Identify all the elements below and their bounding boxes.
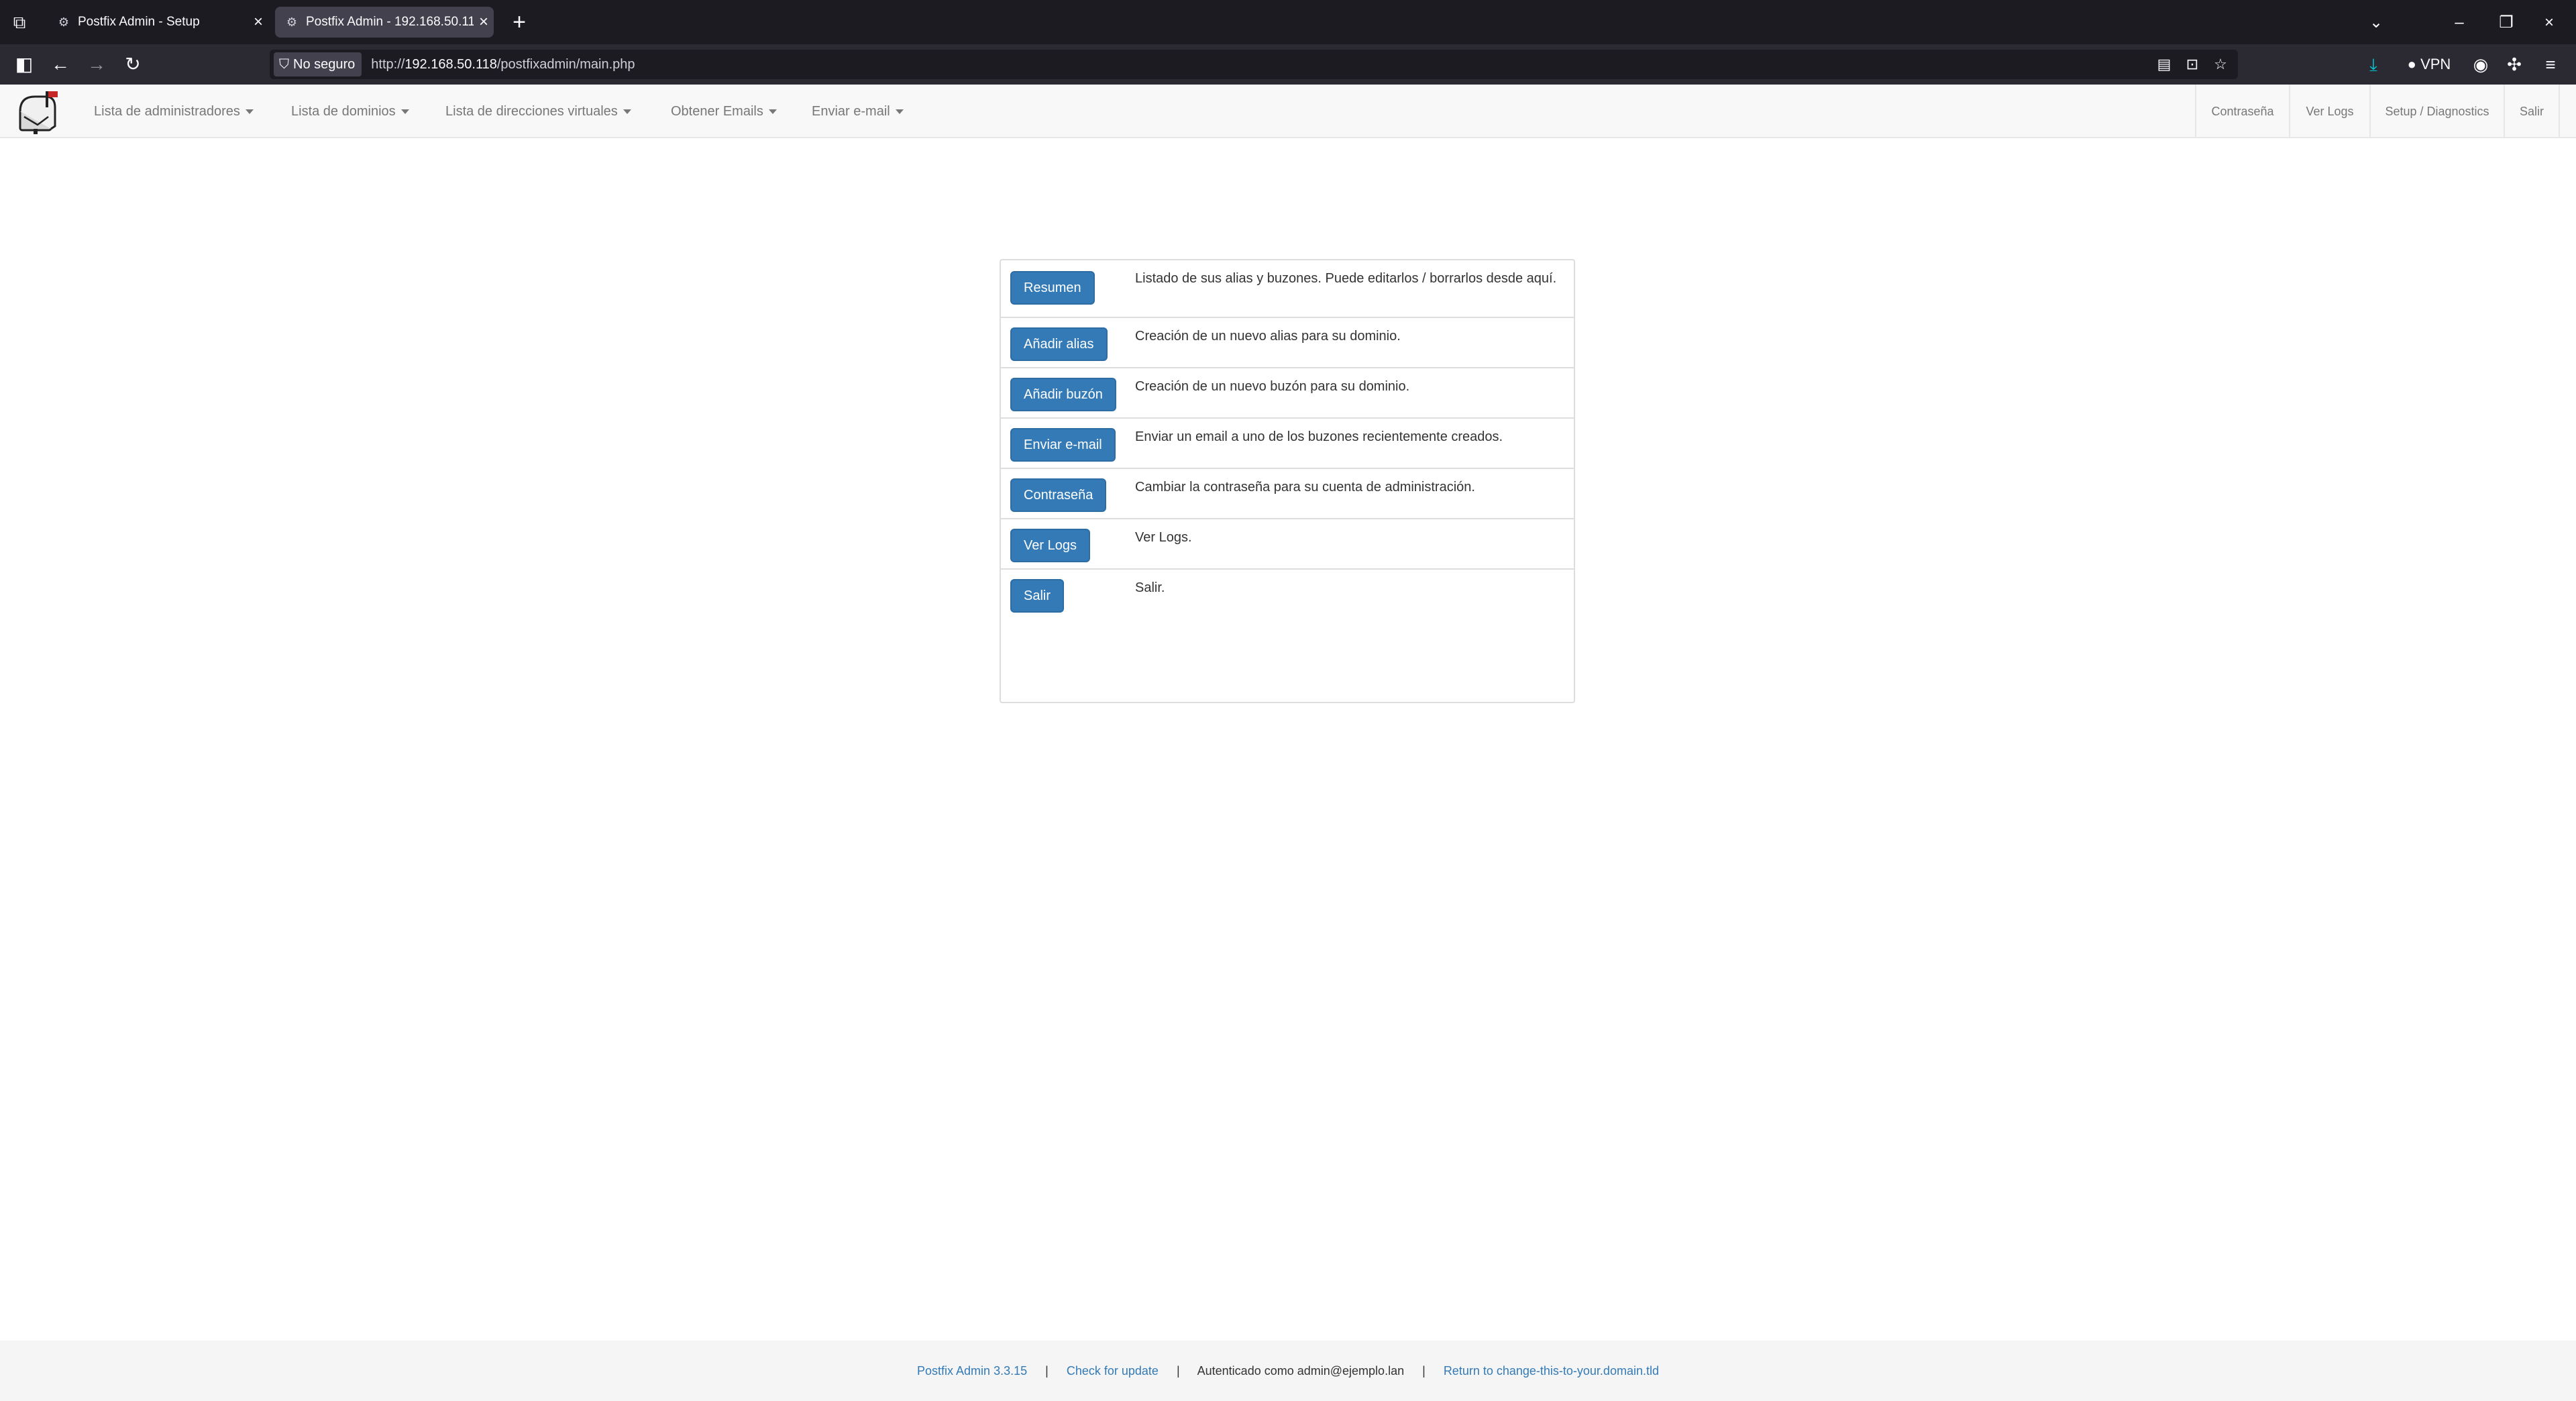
row-description: Enviar un email a uno de los buzones rec…: [1135, 429, 1503, 444]
address-bar[interactable]: ⛉ No seguro http://192.168.50.118/postfi…: [270, 50, 2238, 79]
main-menu-table: Resumen Listado de sus alias y buzones. …: [1000, 259, 1575, 703]
minimize-window-icon[interactable]: –: [2446, 9, 2473, 36]
send-email-button[interactable]: Enviar e-mail: [1010, 428, 1116, 462]
table-row: Añadir alias Creación de un nuevo alias …: [1001, 317, 1574, 367]
nav-setup-diagnostics-link[interactable]: Setup / Diagnostics: [2369, 85, 2504, 138]
postfix-mailbox-logo-icon[interactable]: [15, 87, 63, 136]
table-row: Resumen Listado de sus alias y buzones. …: [1001, 260, 1574, 317]
tab-favicon-icon: ⚙: [286, 15, 298, 29]
vpn-label: VPN: [2420, 56, 2451, 72]
menu-label: Enviar e-mail: [812, 104, 890, 119]
nav-logout-link[interactable]: Salir: [2504, 85, 2560, 138]
menu-label: Lista de dominios: [291, 104, 396, 119]
logout-button[interactable]: Salir: [1010, 579, 1065, 613]
postfixadmin-navbar: Lista de administradores Lista de domini…: [0, 85, 2576, 138]
row-description: Ver Logs.: [1135, 530, 1192, 545]
menu-admin-list[interactable]: Lista de administradores: [94, 85, 254, 138]
url-path: /postfixadmin/main.php: [496, 56, 635, 72]
add-alias-button[interactable]: Añadir alias: [1010, 327, 1108, 361]
close-window-icon[interactable]: ×: [2536, 9, 2563, 36]
sidebar-toggle-icon[interactable]: ◧: [12, 52, 36, 76]
caret-down-icon: [400, 109, 409, 115]
authenticated-user-text: Autenticado como admin@ejemplo.lan: [1197, 1364, 1405, 1378]
change-password-button[interactable]: Contraseña: [1010, 478, 1107, 512]
page-content: Lista de administradores Lista de domini…: [0, 85, 2576, 1401]
row-description: Salir.: [1135, 580, 1165, 595]
nav-view-logs-link[interactable]: Ver Logs: [2289, 85, 2369, 138]
browser-navigation-bar: ◧ ← → ↻ ⛉ No seguro http://192.168.50.11…: [0, 44, 2576, 85]
url-host: 192.168.50.118: [405, 56, 497, 72]
tab-title: Postfix Admin - 192.168.50.118: [306, 15, 474, 29]
app-menu-icon[interactable]: ≡: [2538, 52, 2563, 76]
tab-close-icon[interactable]: ×: [474, 13, 494, 32]
caret-down-icon: [895, 109, 904, 115]
table-row: Contraseña Cambiar la contraseña para su…: [1001, 468, 1574, 518]
extensions-icon[interactable]: ✣: [2502, 52, 2526, 76]
site-security-indicator[interactable]: ⛉ No seguro: [274, 52, 362, 76]
row-description: Creación de un nuevo alias para su domin…: [1135, 329, 1401, 344]
security-label: No seguro: [293, 56, 356, 72]
page-footer: Postfix Admin 3.3.15 | Check for update …: [0, 1341, 2576, 1401]
browser-tab-bar: ⧉ ⚙ Postfix Admin - Setup × ⚙ Postfix Ad…: [0, 0, 2576, 44]
menu-domain-list[interactable]: Lista de dominios: [291, 85, 409, 138]
table-row: Añadir buzón Creación de un nuevo buzón …: [1001, 367, 1574, 417]
view-logs-button[interactable]: Ver Logs: [1010, 529, 1090, 562]
row-description: Cambiar la contraseña para su cuenta de …: [1135, 480, 1475, 495]
tab-overflow-chevron-icon[interactable]: ⌄: [2363, 9, 2390, 36]
footer-separator: |: [1045, 1364, 1049, 1378]
menu-label: Lista de administradores: [94, 104, 240, 119]
caret-down-icon: [623, 109, 631, 115]
reload-icon[interactable]: ↻: [121, 52, 145, 76]
forward-arrow-icon[interactable]: →: [85, 52, 109, 76]
table-row: Ver Logs Ver Logs.: [1001, 518, 1574, 568]
new-tab-plus-icon[interactable]: +: [506, 9, 533, 36]
restore-window-icon[interactable]: ❐: [2493, 9, 2520, 36]
table-row: Enviar e-mail Enviar un email a uno de l…: [1001, 417, 1574, 468]
nav-password-link[interactable]: Contraseña: [2195, 85, 2289, 138]
table-row: Salir Salir.: [1001, 568, 1574, 619]
tab-list-icon[interactable]: ⧉: [9, 12, 30, 32]
account-icon[interactable]: ◉: [2469, 52, 2493, 76]
url-text[interactable]: http://192.168.50.118/postfixadmin/main.…: [371, 57, 635, 72]
url-prefix: http://: [371, 56, 405, 72]
back-arrow-icon[interactable]: ←: [48, 52, 72, 76]
reader-view-icon[interactable]: ▤: [2155, 55, 2174, 74]
bookmark-star-icon[interactable]: ☆: [2211, 55, 2230, 74]
return-domain-link[interactable]: Return to change-this-to-your.domain.tld: [1444, 1364, 1659, 1378]
tab-close-icon[interactable]: ×: [248, 13, 268, 32]
row-description: Creación de un nuevo buzón para su domin…: [1135, 379, 1410, 394]
footer-separator: |: [1422, 1364, 1426, 1378]
downloads-icon[interactable]: ⤓: [2361, 52, 2385, 76]
footer-separator: |: [1176, 1364, 1180, 1378]
browser-tab-main[interactable]: ⚙ Postfix Admin - 192.168.50.118 ×: [275, 7, 494, 38]
add-mailbox-button[interactable]: Añadir buzón: [1010, 378, 1116, 411]
page-save-icon[interactable]: ⊡: [2183, 55, 2202, 74]
menu-label: Obtener Emails: [671, 104, 763, 119]
version-link[interactable]: Postfix Admin 3.3.15: [917, 1364, 1027, 1378]
browser-tab-setup[interactable]: ⚙ Postfix Admin - Setup ×: [47, 7, 268, 38]
menu-fetch-emails[interactable]: Obtener Emails: [671, 85, 777, 138]
check-update-link[interactable]: Check for update: [1067, 1364, 1159, 1378]
menu-send-email[interactable]: Enviar e-mail: [812, 85, 904, 138]
insecure-shield-icon: ⛉: [279, 56, 289, 72]
row-description: Listado de sus alias y buzones. Puede ed…: [1135, 271, 1557, 286]
caret-down-icon: [768, 109, 777, 115]
caret-down-icon: [245, 109, 254, 115]
summary-button[interactable]: Resumen: [1010, 271, 1095, 305]
tab-favicon-icon: ⚙: [58, 15, 70, 29]
menu-virtual-list[interactable]: Lista de direcciones virtuales: [445, 85, 631, 138]
tab-title: Postfix Admin - Setup: [78, 15, 200, 29]
vpn-button[interactable]: ● VPN: [2399, 52, 2459, 76]
menu-label: Lista de direcciones virtuales: [445, 104, 618, 119]
